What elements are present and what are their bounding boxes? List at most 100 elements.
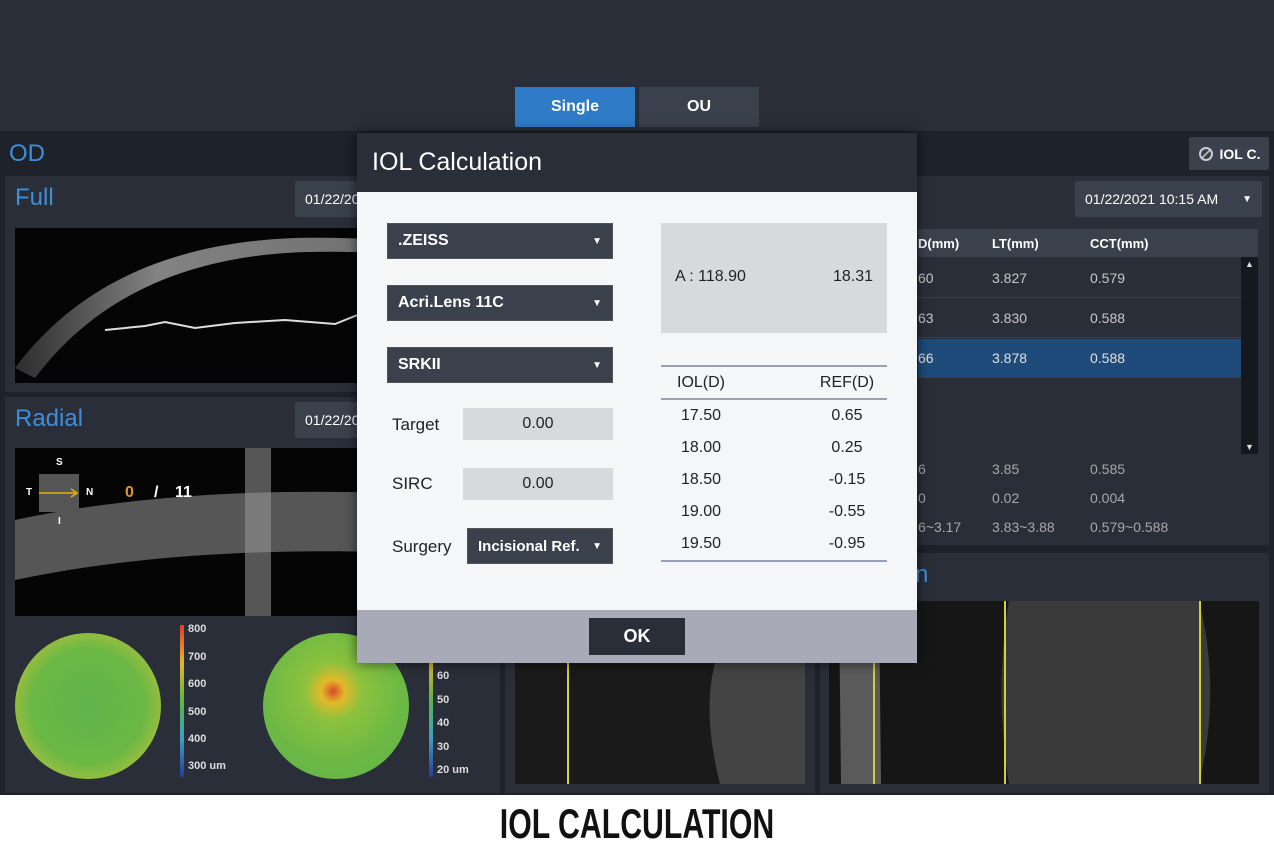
stat-cct: 0.585 (1090, 460, 1126, 477)
thickness-scale-label: 500 (188, 706, 207, 718)
ref-value: -0.15 (828, 471, 866, 488)
stat-cct: 0.004 (1090, 489, 1126, 506)
cell-d: 66 (918, 350, 934, 366)
epithelium-scale-label: 20 um (437, 764, 469, 776)
iol-calculation-dialog: IOL Calculation .ZEISS ▼ Acri.Lens 11C ▼ S… (357, 133, 917, 663)
epithelium-scale-label: 40 (437, 717, 450, 729)
scroll-up-icon[interactable]: ▲ (1245, 259, 1254, 269)
lens-value: Acri.Lens 11C (398, 294, 504, 311)
dialog-title: IOL Calculation (372, 148, 542, 176)
lens-icon (1198, 146, 1213, 161)
cell-cct: 0.579 (1090, 270, 1126, 286)
epithelium-scale-label: 50 (437, 694, 450, 706)
header-lt: LT(mm) (992, 235, 1039, 251)
axial-panel-title: n (915, 561, 929, 588)
iol-table-header: IOL(D) REF(D) (661, 365, 887, 400)
iol-value: 19.00 (680, 503, 722, 520)
full-panel-title: Full (15, 184, 54, 211)
table-row[interactable]: 60 3.827 0.579 (918, 259, 1241, 298)
stat-cct: 0.579~0.588 (1090, 518, 1169, 535)
epithelium-scale-label: 60 (437, 670, 450, 682)
ref-value: 0.25 (831, 439, 863, 456)
formula-select[interactable]: SRKII ▼ (387, 347, 613, 383)
single-mode-button[interactable]: Single (515, 87, 635, 127)
thickness-scale-label: 600 (188, 678, 207, 690)
axial-scan-graphic (515, 663, 805, 784)
dialog-footer: OK (357, 610, 917, 663)
stat-d: 0 (918, 489, 926, 506)
right-date-value: 01/22/2021 10:15 AM (1085, 191, 1219, 207)
iol-value: 18.50 (680, 471, 722, 488)
ou-mode-button[interactable]: OU (639, 87, 759, 127)
iol-table-footer-rule (661, 560, 887, 562)
table-scrollbar[interactable]: ▲ ▼ (1241, 257, 1258, 454)
emmetropia-power: 18.31 (832, 268, 873, 285)
surgery-label: Surgery (392, 537, 452, 556)
slice-current: 0 (125, 484, 134, 501)
manufacturer-select[interactable]: .ZEISS ▼ (387, 223, 613, 259)
orientation-temporal: T (26, 487, 33, 498)
table-row-selected[interactable]: 66 3.878 0.588 (918, 339, 1241, 378)
table-row[interactable]: 19.50 -0.95 (661, 528, 887, 560)
orientation-superior: S (56, 457, 63, 468)
table-row[interactable]: 18.00 0.25 (661, 432, 887, 464)
top-bar: Single OU (0, 0, 1274, 131)
manufacturer-value: .ZEISS (398, 232, 449, 249)
stat-row: 0 0.02 0.004 (918, 483, 1258, 512)
formula-value: SRKII (398, 356, 441, 373)
app-window: Single OU OD IOL C. Full 01/22/2021 10:1… (0, 0, 1274, 795)
ref-header: REF(D) (819, 373, 875, 391)
a-constant: A : 118.90 (675, 268, 746, 285)
orientation-inferior: I (58, 516, 61, 527)
result-box: A : 118.90 18.31 (661, 223, 887, 333)
slice-separator: / (154, 484, 159, 501)
table-row[interactable]: 19.00 -0.55 (661, 496, 887, 528)
target-label: Target (392, 415, 440, 434)
ref-value: -0.55 (828, 503, 866, 520)
scroll-down-icon[interactable]: ▼ (1245, 442, 1254, 452)
stat-lt: 3.83~3.88 (992, 518, 1055, 535)
thickness-scale-label: 700 (188, 651, 207, 663)
lens-select[interactable]: Acri.Lens 11C ▼ (387, 285, 613, 321)
iol-power-table: IOL(D) REF(D) 17.50 0.65 18.00 0.25 18.50 -… (661, 365, 887, 562)
sirc-input[interactable]: 0.00 (463, 468, 613, 500)
dialog-header: IOL Calculation (357, 133, 917, 192)
target-input[interactable]: 0.00 (463, 408, 613, 440)
right-date-select[interactable]: 01/22/2021 10:15 AM ▼ (1075, 181, 1262, 217)
axial-oct-image[interactable] (515, 663, 805, 784)
table-row[interactable]: 63 3.830 0.588 (918, 299, 1241, 338)
eye-label: OD (9, 140, 45, 167)
table-row[interactable]: 18.50 -0.15 (661, 464, 887, 496)
iol-calc-button[interactable]: IOL C. (1189, 137, 1269, 170)
thickness-scale-label: 300 um (188, 760, 226, 772)
cell-cct: 0.588 (1090, 350, 1126, 366)
thickness-scale-label: 800 (188, 623, 207, 635)
stat-d: 6 (918, 460, 926, 477)
stat-lt: 3.85 (992, 460, 1020, 477)
stat-row: 6 3.85 0.585 (918, 454, 1258, 483)
ok-button[interactable]: OK (589, 618, 685, 655)
thickness-scale-label: 400 (188, 733, 207, 745)
sirc-label: SIRC (392, 474, 433, 493)
ref-value: 0.65 (831, 407, 863, 424)
surgery-value: Incisional Ref. (478, 537, 580, 555)
surgery-select[interactable]: Incisional Ref. ▼ (467, 528, 613, 564)
chevron-down-icon: ▼ (592, 297, 602, 309)
cell-lt: 3.830 (992, 310, 1028, 326)
iol-calc-button-label: IOL C. (1219, 145, 1261, 162)
chevron-down-icon: ▼ (1242, 193, 1252, 205)
cell-cct: 0.588 (1090, 310, 1126, 326)
stat-lt: 0.02 (992, 489, 1020, 506)
iol-value: 19.50 (680, 535, 722, 552)
epithelium-scale-label: 30 (437, 741, 450, 753)
header-d: D(mm) (918, 235, 960, 251)
cell-lt: 3.878 (992, 350, 1028, 366)
iol-value: 17.50 (680, 407, 722, 424)
thickness-map[interactable] (15, 633, 161, 779)
table-row[interactable]: 17.50 0.65 (661, 400, 887, 432)
cell-d: 63 (918, 310, 934, 326)
chevron-down-icon: ▼ (592, 540, 602, 552)
epithelium-color-scale (429, 659, 433, 777)
stat-d: 6~3.17 (918, 518, 962, 535)
ref-value: -0.95 (828, 535, 866, 552)
